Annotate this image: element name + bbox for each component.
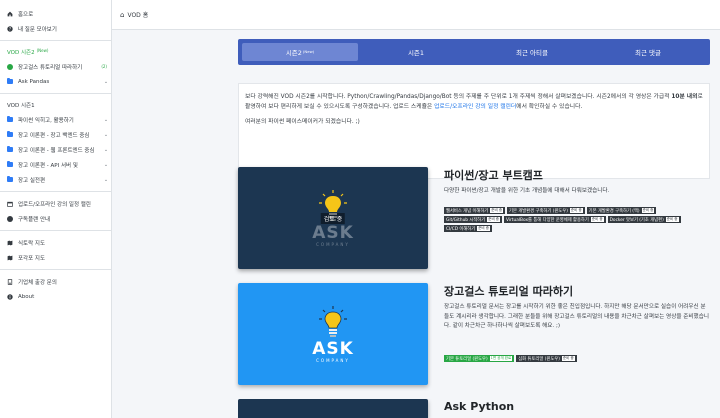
course-thumbnail[interactable] bbox=[238, 399, 428, 418]
divider bbox=[0, 40, 111, 41]
course-tag[interactable]: Docker 맛보기 (기초 개념편) 준비 중 bbox=[607, 216, 681, 223]
tab-recent-comments[interactable]: 최근 댓글 bbox=[590, 43, 706, 61]
sidebar-item-my-questions[interactable]: ? 내 질문 모아보기 bbox=[0, 21, 111, 36]
breadcrumb-item[interactable]: VOD 홈 bbox=[127, 10, 148, 19]
folder-icon bbox=[7, 176, 13, 183]
tab-recent-articles[interactable]: 최근 아티클 bbox=[474, 43, 590, 61]
course-thumbnail[interactable]: ASK COMPANY 검토 중 bbox=[238, 167, 428, 269]
course-tags: 웹서비스 개념 이해하기 준비 중 기본 개발환경 구축하기 (윈도우) 준비 중 … bbox=[444, 207, 714, 232]
sidebar-item-calendar[interactable]: 업로드/오프라인 강의 일정 캘린 bbox=[0, 196, 111, 211]
folder-icon bbox=[7, 131, 13, 138]
course-card: ASK COMPANY 장고걸스 튜토리얼 따라하기 장고걸스 튜토리얼 문서는… bbox=[238, 283, 710, 393]
folder-icon bbox=[7, 116, 13, 123]
sidebar-item-subscription[interactable]: 구독플랜 안내 bbox=[0, 211, 111, 226]
tab-season1[interactable]: 시즌1 bbox=[358, 43, 474, 61]
chevron-down-icon: ⌄ bbox=[103, 78, 109, 85]
course-card: Ask Python bbox=[238, 399, 710, 418]
course-tag[interactable]: 웹서비스 개념 이해하기 준비 중 bbox=[444, 207, 506, 214]
svg-text:?: ? bbox=[9, 26, 11, 31]
breadcrumb: ⌂ VOD 홈 bbox=[112, 0, 720, 30]
course-tag[interactable]: Git/Github 시작하기 준비 중 bbox=[444, 216, 502, 223]
course-tag[interactable]: 기본 개발환경 구축하기 (윈도우) 준비 중 bbox=[507, 207, 585, 214]
divider bbox=[0, 191, 111, 192]
dollar-icon bbox=[7, 215, 13, 222]
course-tag[interactable]: 기본 개발환경 구축하기 (맥) 준비 중 bbox=[586, 207, 657, 214]
sidebar-item-django-api[interactable]: 장고 이론편 - API 서버 및 ⌄ bbox=[0, 157, 111, 172]
sidebar-section-vod1: VOD 시즌1 bbox=[7, 103, 35, 109]
chevron-down-icon: ⌄ bbox=[103, 131, 109, 138]
chevron-down-icon: ⌄ bbox=[103, 161, 109, 168]
course-description: 다양한 파이썬/장고 개발을 위한 기초 개념들에 대해서 다뤄보겠습니다. bbox=[444, 188, 610, 194]
tab-bar: 시즌2 (New) 시즌1 최근 아티클 최근 댓글 bbox=[238, 39, 710, 65]
chevron-down-icon: ⌄ bbox=[103, 176, 109, 183]
calendar-icon bbox=[7, 201, 13, 207]
sidebar-item-ask-pandas[interactable]: Ask Pandas ⌄ bbox=[0, 74, 111, 89]
course-tags: 기본 튜토리얼 (윈도우) 1편 공개 완료 심화 튜토리얼 (윈도우) 준비 중 bbox=[444, 355, 714, 362]
sidebar-item-python[interactable]: 파이썬 익히고, 활용하기 ⌄ bbox=[0, 112, 111, 127]
status-badge: 검토 중 bbox=[320, 213, 346, 224]
course-title[interactable]: Ask Python bbox=[444, 400, 514, 413]
divider bbox=[0, 230, 111, 231]
folder-icon bbox=[7, 78, 13, 85]
sidebar-item-map-1[interactable]: 식토락 지도 bbox=[0, 235, 111, 250]
course-description: 장고걸스 튜토리얼 문서는 장고를 시작하기 위한 좋은 친입점입니다. 하지만… bbox=[444, 304, 709, 329]
chevron-down-icon: ⌄ bbox=[103, 146, 109, 153]
course-tag[interactable]: 기본 튜토리얼 (윈도우) 1편 공개 완료 bbox=[444, 355, 515, 362]
course-card: ASK COMPANY 검토 중 파이썬/장고 부트캠프 다양한 파이썬/장고 … bbox=[238, 167, 710, 277]
divider bbox=[0, 269, 111, 270]
sidebar-item-corporate[interactable]: 기업체 출강 문의 bbox=[0, 274, 111, 289]
course-tag[interactable]: 심화 튜토리얼 (윈도우) 준비 중 bbox=[516, 355, 577, 362]
course-tag[interactable]: VirtualBox를 통해 다양한 운영체제 활용하기 준비 중 bbox=[504, 216, 606, 223]
lightbulb-icon bbox=[319, 305, 347, 337]
sidebar: 홈으로 ? 내 질문 모아보기 VOD 시즌2 (New) 장고걸스 튜토리얼 … bbox=[0, 0, 112, 418]
sidebar-item-home[interactable]: 홈으로 bbox=[0, 6, 111, 21]
sidebar-item-django-frontend[interactable]: 장고 이론편 - 웹 프론트엔드 중심 ⌄ bbox=[0, 142, 111, 157]
chevron-down-icon: ⌄ bbox=[103, 116, 109, 123]
course-tag[interactable]: CI/CD 이해하기 준비 중 bbox=[444, 225, 492, 232]
map-icon bbox=[7, 240, 13, 246]
map-icon bbox=[7, 255, 13, 261]
intro-card: 보다 강력해진 VOD 시즌2를 시작합니다. Python/Crawling/… bbox=[238, 83, 710, 179]
folder-icon bbox=[7, 161, 13, 168]
sidebar-item-map-2[interactable]: 포각포 지도 bbox=[0, 250, 111, 265]
building-icon bbox=[7, 278, 13, 285]
sidebar-item-about[interactable]: About bbox=[0, 289, 111, 304]
sidebar-item-django-girls[interactable]: 장고걸스 튜토리얼 따라하기 (2) bbox=[0, 59, 111, 74]
info-icon bbox=[7, 293, 13, 300]
sidebar-section-vod2: VOD 시즌2 (New) bbox=[7, 47, 49, 57]
intro-paragraph: 보다 강력해진 VOD 시즌2를 시작합니다. Python/Crawling/… bbox=[245, 94, 703, 110]
sidebar-item-django-backend[interactable]: 장고 이론편 - 장고 백엔드 중심 ⌄ bbox=[0, 127, 111, 142]
main-content: 시즌2 (New) 시즌1 최근 아티클 최근 댓글 보다 강력해진 VOD 시즌… bbox=[112, 31, 720, 418]
divider bbox=[0, 93, 111, 94]
sidebar-item-django-practice[interactable]: 장고 실전편 ⌄ bbox=[0, 172, 111, 187]
course-thumbnail[interactable]: ASK COMPANY bbox=[238, 283, 428, 385]
course-title[interactable]: 파이썬/장고 부트캠프 bbox=[444, 167, 543, 183]
play-icon bbox=[7, 63, 13, 70]
home-icon: ⌂ bbox=[120, 10, 125, 19]
home-icon bbox=[7, 11, 13, 17]
course-title[interactable]: 장고걸스 튜토리얼 따라하기 bbox=[444, 283, 573, 299]
folder-icon bbox=[7, 146, 13, 153]
intro-closing: 여러분의 파이썬 페이스메이커가 되겠습니다. ;) bbox=[245, 119, 360, 125]
question-icon: ? bbox=[7, 25, 13, 32]
tab-season2[interactable]: 시즌2 (New) bbox=[242, 43, 358, 61]
calendar-link[interactable]: 업로드/오프라인 강의 일정 캘린더 bbox=[434, 104, 516, 110]
